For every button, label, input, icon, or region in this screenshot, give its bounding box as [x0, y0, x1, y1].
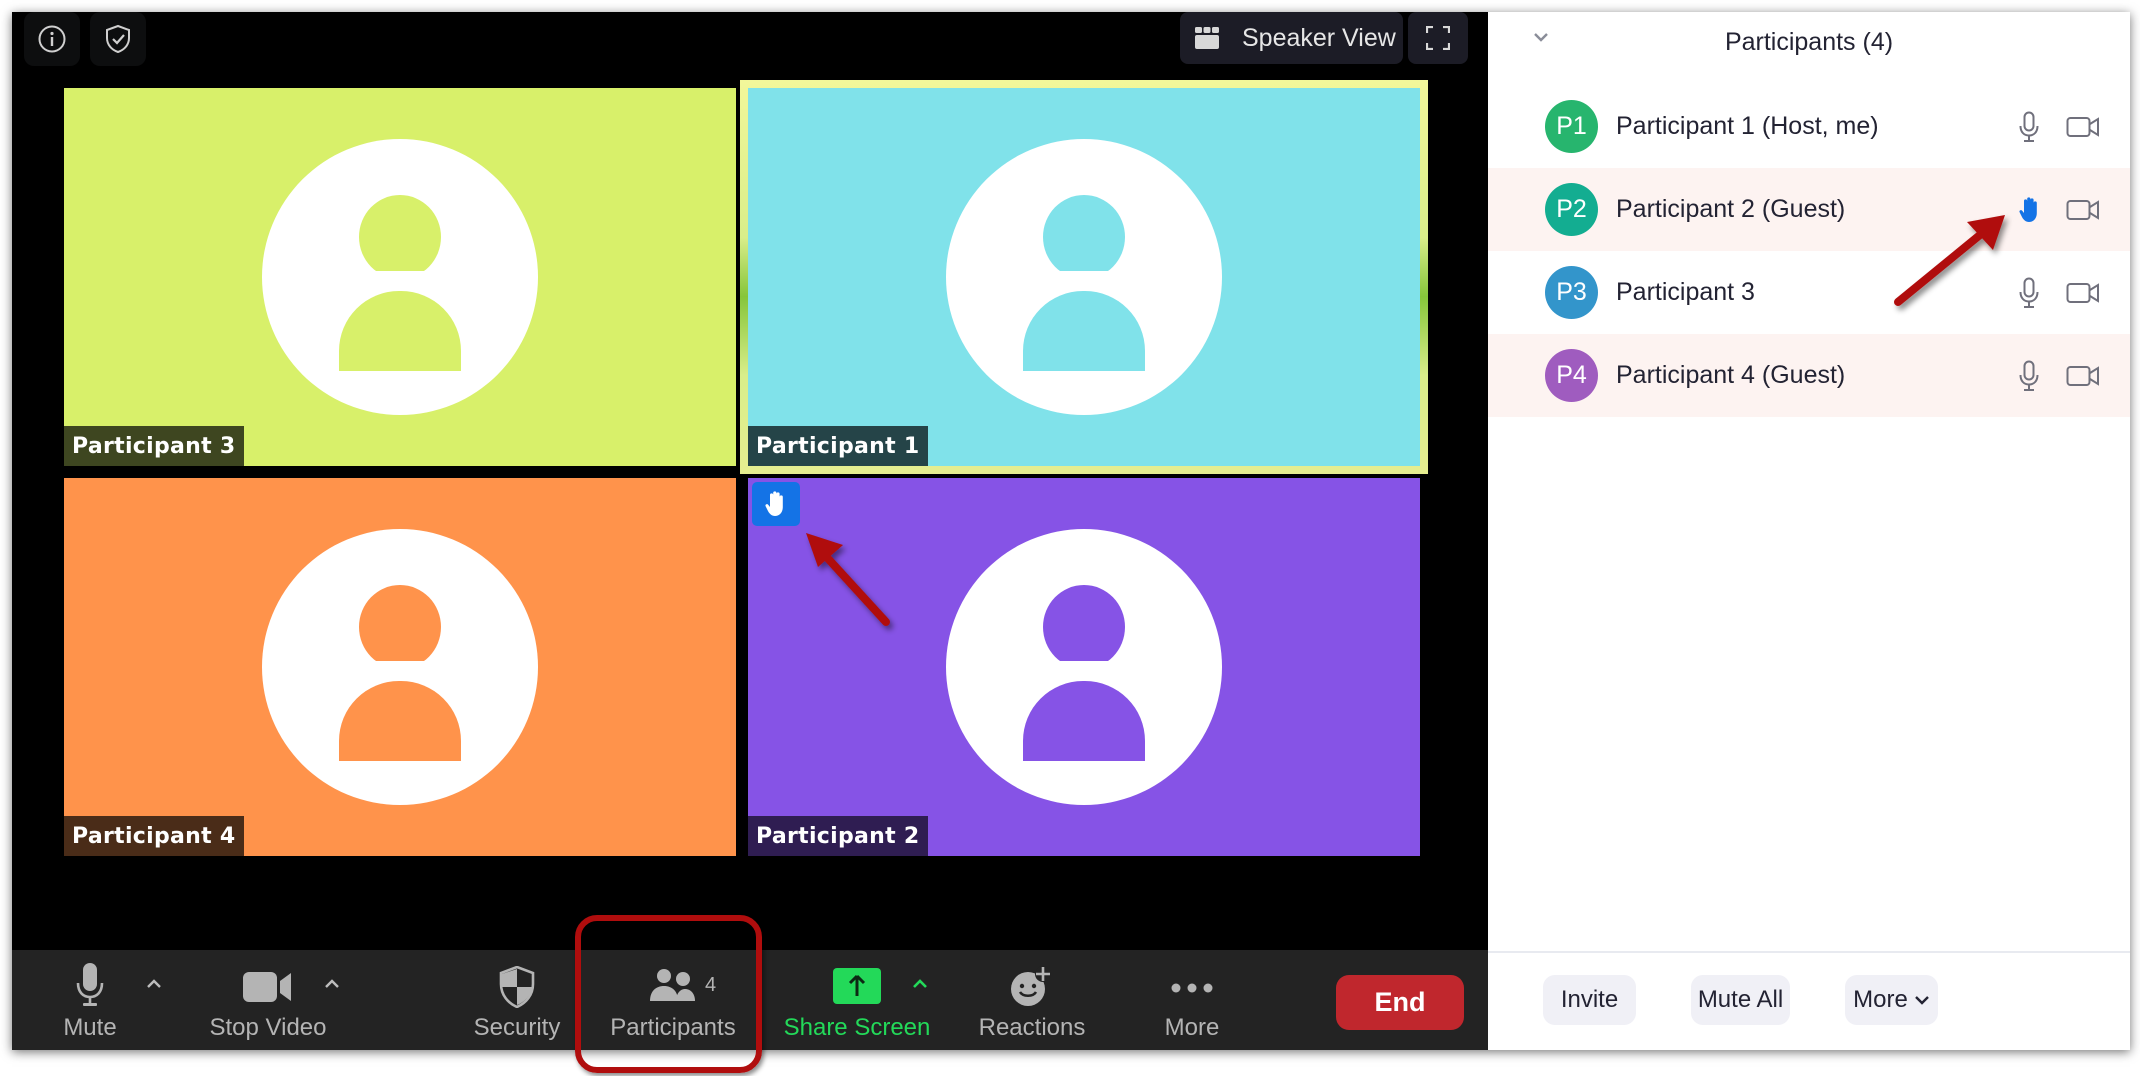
video-options-caret[interactable] — [323, 978, 341, 990]
avatar-placeholder — [946, 139, 1222, 415]
end-meeting-button[interactable]: End — [1336, 975, 1464, 1030]
invite-button[interactable]: Invite — [1543, 975, 1636, 1025]
tile-name-label: Participant 1 — [748, 426, 928, 466]
video-tile-participant-3[interactable]: Participant 3 — [64, 88, 736, 466]
participant-status[interactable] — [2018, 360, 2040, 392]
participant-video-status[interactable] — [2066, 115, 2100, 139]
panel-title: Participants (4) — [1724, 28, 1894, 56]
participant-row[interactable]: P1 Participant 1 (Host, me) — [1488, 85, 2130, 168]
participant-row[interactable]: P3 Participant 3 — [1488, 251, 2130, 334]
avatar-placeholder — [946, 529, 1222, 805]
video-tile-participant-4[interactable]: Participant 4 — [64, 478, 736, 856]
reactions-label: Reactions — [978, 1014, 1086, 1041]
avatar-head — [1043, 585, 1125, 669]
more-dots-icon — [1171, 983, 1213, 993]
mute-all-button[interactable]: Mute All — [1691, 975, 1790, 1025]
stop-video-label: Stop Video — [209, 1014, 327, 1041]
avatar-head — [359, 585, 441, 669]
tile-name-label: Participant 3 — [64, 426, 244, 466]
tile-name-label: Participant 4 — [64, 816, 244, 856]
video-tile-participant-2[interactable]: Participant 2 — [748, 478, 1420, 856]
tile-name-label: Participant 2 — [748, 816, 928, 856]
video-camera-icon — [2066, 116, 2099, 137]
participant-avatar: P3 — [1545, 266, 1598, 319]
grid-view-icon — [1195, 27, 1219, 49]
participant-row[interactable]: P4 Participant 4 (Guest) — [1488, 334, 2130, 417]
avatar-initials: P3 — [1556, 278, 1587, 306]
video-tile-participant-1[interactable]: Participant 1 — [748, 88, 1420, 466]
microphone-icon — [2019, 360, 2039, 391]
avatar-initials: P2 — [1556, 195, 1587, 223]
chevron-up-icon — [147, 979, 161, 988]
fullscreen-icon — [1426, 26, 1450, 50]
participant-row[interactable]: P2 Participant 2 (Guest) — [1488, 168, 2130, 251]
avatar-placeholder — [262, 139, 538, 415]
avatar-body — [1023, 291, 1145, 371]
participant-status[interactable] — [2018, 277, 2040, 309]
participant-status[interactable] — [2018, 196, 2042, 224]
participant-video-status[interactable] — [2066, 281, 2100, 305]
chevron-up-icon — [325, 979, 339, 988]
participant-video-status[interactable] — [2066, 364, 2100, 388]
panel-divider — [1488, 951, 2130, 953]
more-button[interactable]: More — [1137, 950, 1247, 1050]
participant-name: Participant 3 — [1616, 278, 1755, 306]
info-icon — [38, 25, 66, 53]
stop-video-button[interactable]: Stop Video — [198, 950, 338, 1050]
microphone-icon — [2019, 277, 2039, 308]
mute-label: Mute — [63, 1014, 117, 1041]
avatar-body — [1023, 681, 1145, 761]
reactions-icon — [1011, 966, 1051, 1006]
security-label: Security — [473, 1014, 561, 1041]
panel-more-button[interactable]: More — [1845, 975, 1938, 1025]
avatar-initials: P4 — [1556, 361, 1587, 389]
microphone-icon — [76, 963, 104, 1006]
avatar-body — [339, 681, 461, 761]
participant-avatar: P2 — [1545, 183, 1598, 236]
meeting-info-button[interactable] — [24, 12, 80, 66]
security-shield-icon — [499, 966, 535, 1008]
share-screen-label: Share Screen — [783, 1014, 931, 1041]
mute-button[interactable]: Mute — [50, 950, 130, 1050]
avatar-head — [359, 195, 441, 279]
more-label: More — [1164, 1014, 1220, 1041]
raised-hand-badge — [752, 482, 800, 526]
participant-status[interactable] — [2018, 111, 2040, 143]
raised-hand-icon — [2019, 196, 2037, 222]
annotation-box-participants-button — [575, 915, 762, 1073]
shield-check-icon — [106, 24, 130, 54]
avatar-initials: P1 — [1556, 112, 1587, 140]
share-screen-button[interactable]: Share Screen — [772, 950, 942, 1050]
participant-name: Participant 2 (Guest) — [1616, 195, 1846, 223]
encryption-security-button[interactable] — [90, 12, 146, 66]
raised-hand-icon — [765, 491, 783, 516]
chevron-down-icon — [1914, 996, 1929, 1005]
video-camera-icon — [2066, 365, 2099, 386]
security-button[interactable]: Security — [457, 950, 577, 1050]
participant-avatar: P4 — [1545, 349, 1598, 402]
speaker-view-label: Speaker View — [1242, 23, 1396, 52]
participants-panel: Participants (4) P1 Participant 1 (Host,… — [1488, 12, 2130, 1050]
avatar-body — [339, 291, 461, 371]
participant-name: Participant 4 (Guest) — [1616, 361, 1846, 389]
speaker-view-button[interactable]: Speaker View — [1180, 12, 1403, 64]
reactions-button[interactable]: Reactions — [962, 950, 1102, 1050]
video-camera-icon — [243, 972, 291, 1002]
panel-more-label: More — [1853, 986, 1908, 1013]
share-screen-icon — [833, 968, 881, 1004]
microphone-icon — [2019, 111, 2039, 142]
participant-video-status[interactable] — [2066, 198, 2100, 222]
participant-name: Participant 1 (Host, me) — [1616, 112, 1879, 140]
audio-options-caret[interactable] — [145, 978, 163, 990]
avatar-placeholder — [262, 529, 538, 805]
avatar-head — [1043, 195, 1125, 279]
chevron-up-icon — [913, 979, 927, 988]
participant-avatar: P1 — [1545, 100, 1598, 153]
share-options-caret[interactable] — [911, 978, 929, 990]
video-camera-icon — [2066, 199, 2099, 220]
fullscreen-button[interactable] — [1408, 12, 1468, 64]
video-camera-icon — [2066, 282, 2099, 303]
